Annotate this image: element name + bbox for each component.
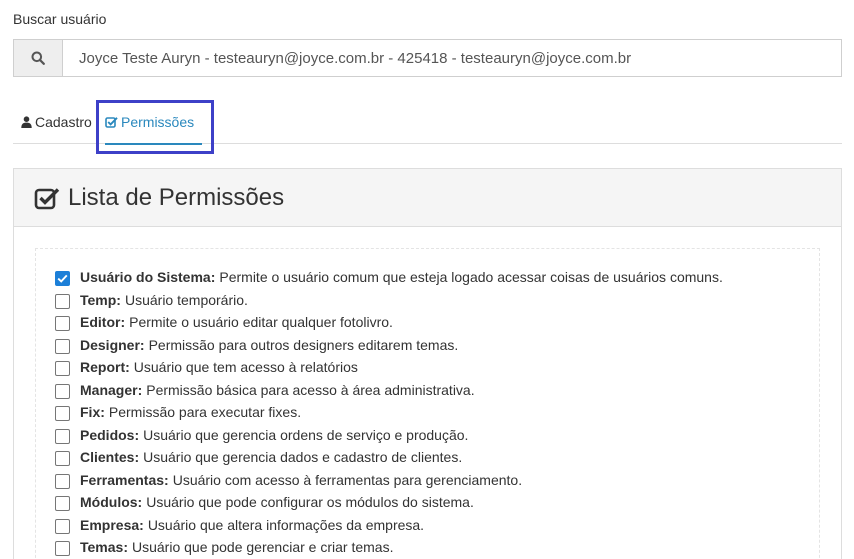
permission-checkbox[interactable] [55,518,70,534]
tab-highlight-box [96,100,214,154]
permission-name: Empresa: [80,516,144,533]
permission-row: Clientes: Usuário que gerencia dados e c… [55,446,723,469]
permission-row: Editor: Permite o usuário editar qualque… [55,311,723,334]
permission-desc: Permite o usuário editar qualquer fotoli… [129,314,393,331]
user-search-group [13,39,842,77]
permission-desc: Usuário temporário. [124,291,248,308]
permission-row: Empresa: Usuário que altera informações … [55,514,723,537]
permission-name: Report: [80,359,130,376]
permission-name: Módulos: [80,494,143,511]
permission-checkbox[interactable] [55,271,70,287]
permission-row: Temp: Usuário temporário. [55,289,723,312]
permission-row: Usuário do Sistema: Permite o usuário co… [55,266,723,289]
permission-desc: Permissão básica para acesso à área admi… [146,381,475,398]
permission-checkbox[interactable] [55,451,70,467]
permission-checkbox[interactable] [55,316,70,332]
permission-desc: Usuário que altera informações da empres… [147,516,425,533]
check-icon [57,275,68,283]
permission-name: Manager: [80,381,143,398]
permission-name: Clientes: [80,449,140,466]
permission-desc: Permissão para outros designers editarem… [148,336,459,353]
permission-desc: Permite o usuário comum que esteja logad… [219,269,723,286]
search-icon [31,51,45,65]
permission-row: Temas: Usuário que pode gerenciar e cria… [55,536,723,559]
search-label: Buscar usuário [13,11,107,27]
permission-row: Designer: Permissão para outros designer… [55,334,723,357]
permission-row: Ferramentas: Usuário com acesso à ferram… [55,469,723,492]
permission-desc: Usuário que pode configurar os módulos d… [146,494,474,511]
permission-checkbox[interactable] [55,496,70,512]
tab-cadastro-label: Cadastro [35,114,92,130]
permission-name: Temp: [80,291,121,308]
permission-name: Pedidos: [80,426,140,443]
permission-row: Fix: Permissão para executar fixes. [55,401,723,424]
permission-checkbox[interactable] [55,406,70,422]
permission-checkbox[interactable] [55,473,70,489]
permission-name: Editor: [80,314,126,331]
permission-checkbox[interactable] [55,383,70,399]
panel-title: Lista de Permissões [68,183,285,211]
permission-checkbox[interactable] [55,541,70,557]
permission-desc: Usuário que gerencia dados e cadastro de… [143,449,463,466]
search-button[interactable] [14,40,63,76]
permission-name: Fix: [80,404,105,421]
permission-desc: Usuário com acesso à ferramentas para ge… [172,471,523,488]
panel-heading: Lista de Permissões [14,169,841,227]
check-square-icon [34,187,60,209]
permission-row: Report: Usuário que tem acesso à relatór… [55,356,723,379]
permission-name: Usuário do Sistema: [80,269,216,286]
permission-name: Temas: [80,539,128,556]
permission-row: Manager: Permissão básica para acesso à … [55,379,723,402]
permission-row: Módulos: Usuário que pode configurar os … [55,491,723,514]
permissions-list: Usuário do Sistema: Permite o usuário co… [55,266,723,559]
permission-name: Designer: [80,336,145,353]
permission-desc: Usuário que tem acesso à relatórios [133,359,358,376]
permission-name: Ferramentas: [80,471,169,488]
user-search-input[interactable] [63,40,841,76]
permission-checkbox[interactable] [55,361,70,377]
permission-checkbox[interactable] [55,293,70,309]
permission-checkbox[interactable] [55,338,70,354]
permission-desc: Permissão para executar fixes. [108,404,302,421]
permission-desc: Usuário que pode gerenciar e criar temas… [131,539,394,556]
permission-desc: Usuário que gerencia ordens de serviço e… [143,426,469,443]
tab-cadastro[interactable]: Cadastro [21,100,92,144]
user-icon [21,116,32,128]
permission-row: Pedidos: Usuário que gerencia ordens de … [55,424,723,447]
permission-checkbox[interactable] [55,428,70,444]
